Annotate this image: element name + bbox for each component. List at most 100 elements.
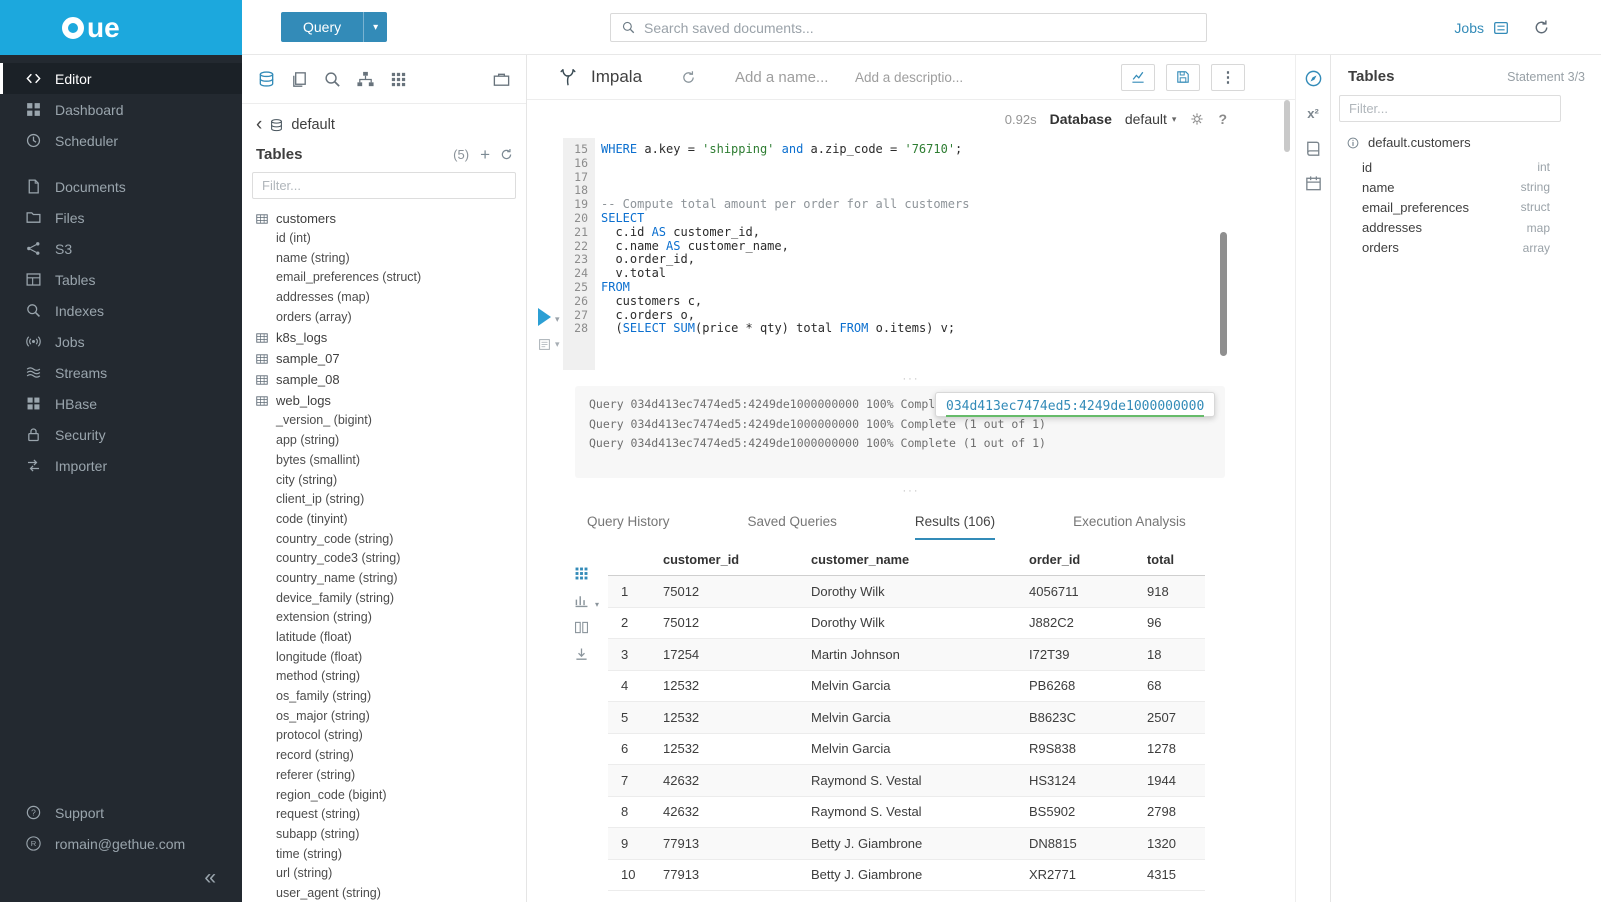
column-item[interactable]: record (string) bbox=[242, 746, 526, 766]
table-row[interactable]: 275012Dorothy WilkJ882C296 bbox=[608, 608, 1205, 640]
sidebar-item-s3[interactable]: S3 bbox=[0, 233, 242, 264]
resize-handle[interactable]: ··· bbox=[527, 487, 1295, 497]
column-item[interactable]: code (tinyint) bbox=[242, 510, 526, 530]
code-editor[interactable]: ▾ ▾ 1516171819202122232425262728 WHERE a… bbox=[527, 138, 1295, 370]
column-item[interactable]: referer (string) bbox=[242, 766, 526, 786]
column-item[interactable]: addressesmap bbox=[1331, 218, 1601, 238]
column-item[interactable]: bytes (smallint) bbox=[242, 451, 526, 471]
tab-execution-analysis[interactable]: Execution Analysis bbox=[1073, 514, 1186, 540]
column-item[interactable]: device_family (string) bbox=[242, 589, 526, 609]
column-item[interactable]: country_name (string) bbox=[242, 569, 526, 589]
column-item[interactable]: user_agent (string) bbox=[242, 884, 526, 902]
sidebar-item-hbase[interactable]: HBase bbox=[0, 388, 242, 419]
results-header-order-id[interactable]: order_id bbox=[1016, 552, 1134, 567]
resize-handle[interactable]: ··· bbox=[527, 375, 1295, 385]
sidebar-item-scheduler[interactable]: Scheduler bbox=[0, 125, 242, 156]
sidebar-item-dashboard[interactable]: Dashboard bbox=[0, 94, 242, 125]
database-breadcrumb[interactable]: ‹ default bbox=[242, 104, 526, 133]
column-item[interactable]: orders (array) bbox=[242, 308, 526, 328]
sidebar-item-jobs[interactable]: Jobs bbox=[0, 326, 242, 357]
column-item[interactable]: country_code3 (string) bbox=[242, 549, 526, 569]
sidebar-item-documents[interactable]: Documents bbox=[0, 171, 242, 202]
table-item[interactable]: customers bbox=[242, 208, 526, 229]
sidebar-item-streams[interactable]: Streams bbox=[0, 357, 242, 388]
snippet-history-icon[interactable] bbox=[680, 69, 697, 86]
table-row[interactable]: 317254Martin JohnsonI72T3918 bbox=[608, 639, 1205, 671]
grid-view-button[interactable] bbox=[573, 565, 590, 582]
apps-button[interactable] bbox=[389, 70, 408, 89]
databases-button[interactable] bbox=[257, 70, 276, 89]
table-item[interactable]: sample_07 bbox=[242, 348, 526, 369]
format-button[interactable]: ▾ bbox=[537, 337, 560, 352]
table-row[interactable]: 742632Raymond S. VestalHS31241944 bbox=[608, 765, 1205, 797]
columns-view-button[interactable] bbox=[573, 619, 590, 636]
tab-results-106[interactable]: Results (106) bbox=[915, 514, 995, 540]
save-button[interactable] bbox=[1166, 64, 1200, 91]
column-item[interactable]: app (string) bbox=[242, 431, 526, 451]
jobs-link[interactable]: Jobs bbox=[1454, 20, 1484, 36]
tab-query-history[interactable]: Query History bbox=[587, 514, 670, 540]
column-item[interactable]: longitude (float) bbox=[242, 648, 526, 668]
settings-gear-icon[interactable] bbox=[1189, 111, 1205, 127]
documents-button[interactable] bbox=[290, 70, 309, 89]
table-row[interactable]: 512532Melvin GarciaB8623C2507 bbox=[608, 702, 1205, 734]
column-item[interactable]: client_ip (string) bbox=[242, 490, 526, 510]
table-row[interactable]: 1077913Betty J. GiambroneXR27714315 bbox=[608, 860, 1205, 892]
workload-button[interactable] bbox=[492, 70, 511, 89]
column-item[interactable]: country_code (string) bbox=[242, 530, 526, 550]
sidebar-collapse-button[interactable]: « bbox=[0, 859, 242, 896]
column-item[interactable]: latitude (float) bbox=[242, 628, 526, 648]
jobs-list-icon[interactable] bbox=[1492, 19, 1510, 37]
tab-saved-queries[interactable]: Saved Queries bbox=[748, 514, 837, 540]
column-item[interactable]: email_preferencesstruct bbox=[1331, 197, 1601, 217]
column-item[interactable]: time (string) bbox=[242, 845, 526, 865]
active-table-entry[interactable]: default.customers bbox=[1331, 122, 1601, 150]
back-chevron-icon[interactable]: ‹ bbox=[256, 117, 262, 132]
table-item[interactable]: web_logs bbox=[242, 390, 526, 411]
language-reference-button[interactable] bbox=[1304, 139, 1323, 158]
results-header-customer-id[interactable]: customer_id bbox=[650, 552, 798, 567]
column-item[interactable]: email_preferences (struct) bbox=[242, 268, 526, 288]
right-filter-input[interactable] bbox=[1339, 95, 1561, 122]
results-header-customer-name[interactable]: customer_name bbox=[798, 552, 1016, 567]
table-row[interactable]: 412532Melvin GarciaPB626868 bbox=[608, 671, 1205, 703]
table-row[interactable]: 842632Raymond S. VestalBS59022798 bbox=[608, 797, 1205, 829]
column-item[interactable]: request (string) bbox=[242, 805, 526, 825]
hdfs-button[interactable] bbox=[356, 70, 375, 89]
sidebar-item-security[interactable]: Security bbox=[0, 419, 242, 450]
table-row[interactable]: 612532Melvin GarciaR9S8381278 bbox=[608, 734, 1205, 766]
functions-button[interactable]: x² bbox=[1307, 104, 1319, 123]
column-item[interactable]: url (string) bbox=[242, 864, 526, 884]
query-description-input[interactable] bbox=[855, 70, 980, 85]
execute-button[interactable] bbox=[538, 308, 551, 326]
column-item[interactable]: addresses (map) bbox=[242, 288, 526, 308]
help-icon[interactable]: ? bbox=[1218, 111, 1227, 127]
database-name[interactable]: default bbox=[291, 117, 335, 133]
schedule-button[interactable] bbox=[1304, 174, 1323, 193]
sidebar-item-editor[interactable]: Editor bbox=[0, 63, 242, 94]
table-item[interactable]: k8s_logs bbox=[242, 327, 526, 348]
results-header-total[interactable]: total bbox=[1134, 552, 1205, 567]
chart-settings-button[interactable] bbox=[1121, 64, 1155, 91]
sidebar-item-indexes[interactable]: Indexes bbox=[0, 295, 242, 326]
job-id-popover[interactable]: 034d413ec7474ed5:4249de1000000000 bbox=[935, 392, 1215, 417]
column-item[interactable]: extension (string) bbox=[242, 608, 526, 628]
column-item[interactable]: id (int) bbox=[242, 229, 526, 249]
chart-view-button[interactable]: ▾ bbox=[573, 592, 590, 609]
database-select[interactable]: default ▾ bbox=[1125, 111, 1177, 127]
column-item[interactable]: subapp (string) bbox=[242, 825, 526, 845]
download-button[interactable] bbox=[573, 646, 590, 663]
more-actions-button[interactable]: ⋮ bbox=[1211, 64, 1245, 91]
hue-logo[interactable]: ue bbox=[62, 14, 120, 42]
table-row[interactable]: 175012Dorothy Wilk4056711918 bbox=[608, 576, 1205, 608]
column-item[interactable]: name (string) bbox=[242, 249, 526, 269]
column-item[interactable]: region_code (bigint) bbox=[242, 786, 526, 806]
column-item[interactable]: namestring bbox=[1331, 177, 1601, 197]
search-input[interactable] bbox=[644, 20, 1196, 36]
add-table-button[interactable]: + bbox=[480, 146, 490, 163]
table-row[interactable]: 977913Betty J. GiambroneDN88151320 bbox=[608, 828, 1205, 860]
sidebar-footer-support[interactable]: ?Support bbox=[0, 797, 242, 828]
main-scrollbar[interactable] bbox=[1284, 100, 1290, 152]
sidebar-footer-romain-gethue-com[interactable]: Rromain@gethue.com bbox=[0, 828, 242, 859]
assistant-button[interactable] bbox=[1304, 69, 1323, 88]
